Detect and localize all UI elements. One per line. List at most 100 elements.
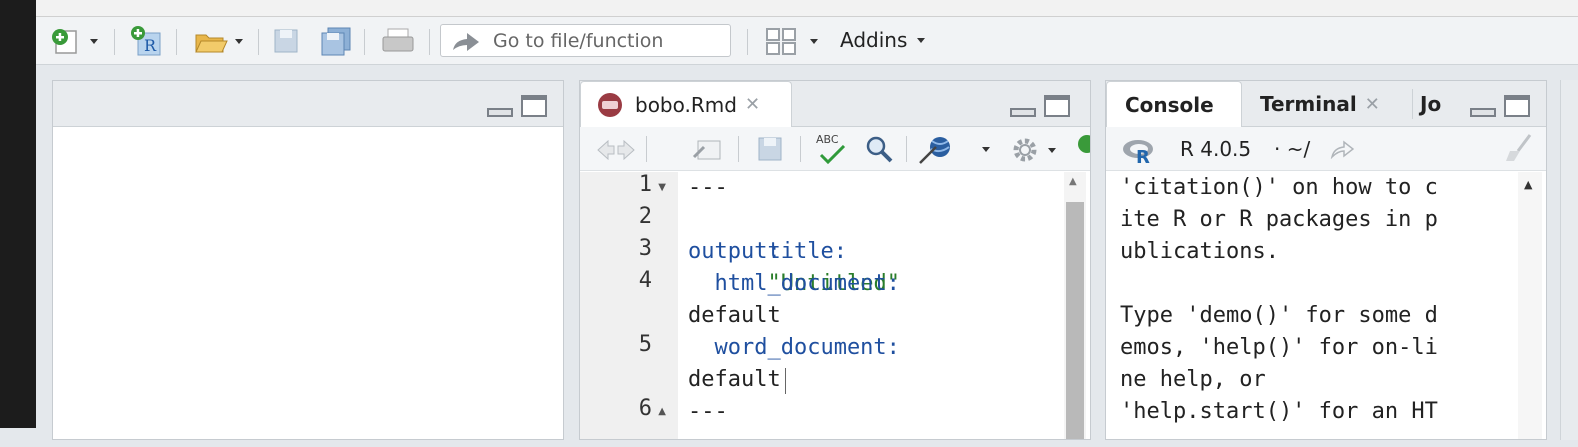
chevron-down-icon — [90, 38, 98, 44]
close-tab-icon[interactable]: ✕ — [1365, 94, 1380, 115]
pane-splitter[interactable] — [1560, 80, 1578, 440]
checkmark-icon — [819, 145, 846, 165]
code-line: title: "Untitled" — [688, 204, 899, 296]
console-pane: Console Terminal ✕ Jo R R 4.0.5 · ~/ 'ci… — [1105, 80, 1547, 440]
main-toolbar: R Go to file/function Addins — [36, 17, 1578, 65]
code-line: html_document: — [688, 271, 900, 296]
working-directory[interactable]: · ~/ — [1274, 137, 1310, 161]
console-text: 'citation()' on how to c ite R or R pack… — [1120, 172, 1438, 424]
insert-chunk-icon[interactable] — [1076, 133, 1090, 155]
save-icon[interactable] — [756, 135, 784, 163]
maximize-pane-icon[interactable] — [1044, 95, 1070, 117]
code-editor[interactable]: --- title: "Untitled" output: html_docum… — [688, 172, 900, 447]
knit-button[interactable] — [918, 133, 998, 165]
code-line: --- — [688, 175, 728, 200]
knit-icon — [919, 137, 950, 164]
search-icon[interactable] — [864, 134, 894, 164]
chevron-down-icon — [235, 38, 243, 44]
code-line: output: — [688, 239, 781, 264]
console-line: ublications. — [1120, 239, 1279, 264]
editor-scrollbar[interactable]: ▲ — [1064, 172, 1086, 439]
save-all-button[interactable] — [316, 25, 356, 57]
svg-text:R: R — [144, 36, 157, 55]
tab-separator — [1412, 89, 1413, 119]
settings-button[interactable] — [1010, 135, 1070, 165]
toolbar-separator — [364, 29, 365, 55]
text-cursor — [785, 368, 786, 394]
console-line: Type 'demo()' for some d — [1120, 303, 1438, 328]
new-file-icon — [52, 29, 77, 54]
go-to-directory-icon[interactable] — [1330, 139, 1354, 159]
scrollbar-thumb[interactable] — [1066, 202, 1084, 439]
addins-menu[interactable]: Addins — [840, 28, 926, 52]
code-line: --- — [688, 399, 728, 424]
console-line: 'help.start()' for an HT — [1120, 399, 1438, 424]
r-logo-icon: R — [1123, 140, 1153, 165]
tab-jobs[interactable]: Jo — [1420, 81, 1441, 127]
console-scrollbar[interactable]: ▲ — [1518, 172, 1542, 439]
fold-expand-icon[interactable]: ▲ — [658, 406, 666, 417]
go-to-file-placeholder: Go to file/function — [493, 29, 664, 52]
scroll-up-icon[interactable]: ▲ — [1069, 176, 1077, 187]
line-number-gutter: 1 ▼ 2 3 4 5 6 ▲ — [580, 172, 678, 439]
left-pane-header — [53, 81, 563, 127]
r-version: R 4.0.5 — [1180, 137, 1252, 161]
tab-console[interactable]: Console — [1106, 81, 1242, 127]
save-icon — [274, 29, 298, 53]
toolbar-separator — [646, 136, 647, 162]
svg-text:R: R — [1136, 147, 1150, 165]
line-number: 1 — [638, 172, 652, 197]
minimize-pane-icon[interactable] — [487, 108, 513, 117]
tab-terminal[interactable]: Terminal ✕ — [1260, 81, 1380, 127]
console-tab-bar: Console Terminal ✕ Jo — [1106, 81, 1546, 127]
addins-label: Addins — [840, 28, 908, 52]
close-tab-icon[interactable]: ✕ — [745, 94, 760, 115]
chevron-down-icon — [982, 146, 990, 152]
pane-layout-button[interactable] — [758, 25, 824, 57]
tab-label: bobo.Rmd — [635, 92, 737, 117]
spellcheck-button[interactable]: ABC — [814, 133, 850, 165]
print-button[interactable] — [376, 25, 420, 57]
go-to-file-input[interactable]: Go to file/function — [440, 24, 731, 57]
console-output[interactable]: 'citation()' on how to c ite R or R pack… — [1106, 172, 1546, 439]
tab-bobo-rmd[interactable]: bobo.Rmd ✕ — [580, 81, 792, 127]
editor-toolbar: ABC — [580, 127, 1090, 171]
code-line-wrap: default — [688, 367, 781, 392]
desktop-edge — [0, 0, 36, 428]
toolbar-separator — [176, 29, 177, 55]
toolbar-separator — [747, 29, 748, 55]
clear-console-icon[interactable] — [1504, 133, 1534, 163]
editor-tab-bar: bobo.Rmd ✕ — [580, 81, 1090, 127]
r-project-icon: R — [131, 26, 161, 56]
grid-layout-icon — [766, 28, 796, 55]
maximize-pane-icon[interactable] — [1504, 95, 1530, 117]
line-number: 3 — [638, 236, 652, 261]
line-number: 4 — [638, 268, 652, 293]
console-line: ne help, or — [1120, 367, 1266, 392]
code-line: word_document: — [688, 335, 900, 360]
tab-label: Jo — [1420, 92, 1442, 116]
menu-bar — [36, 0, 1578, 17]
line-number: 2 — [638, 204, 652, 229]
console-line: 'citation()' on how to c — [1120, 175, 1438, 200]
minimize-pane-icon[interactable] — [1010, 108, 1036, 117]
toolbar-separator — [114, 29, 115, 55]
open-file-button[interactable] — [186, 25, 250, 57]
new-project-button[interactable]: R — [126, 25, 166, 57]
line-number: 5 — [638, 332, 652, 357]
console-line: emos, 'help()' for on-li — [1120, 335, 1438, 360]
scroll-up-icon[interactable]: ▲ — [1524, 178, 1532, 191]
chevron-down-icon — [917, 37, 926, 43]
save-all-icon — [321, 27, 351, 56]
minimize-pane-icon[interactable] — [1470, 108, 1496, 117]
maximize-pane-icon[interactable] — [521, 95, 547, 117]
fold-collapse-icon[interactable]: ▼ — [658, 182, 666, 193]
code-line-wrap: default — [688, 303, 781, 328]
folder-open-icon — [195, 34, 228, 53]
save-button[interactable] — [268, 25, 304, 57]
back-forward-icon[interactable] — [596, 137, 636, 163]
new-file-button[interactable] — [44, 25, 104, 57]
show-in-window-icon[interactable] — [692, 135, 724, 163]
tab-label: Console — [1125, 92, 1214, 117]
toolbar-separator — [800, 136, 801, 162]
